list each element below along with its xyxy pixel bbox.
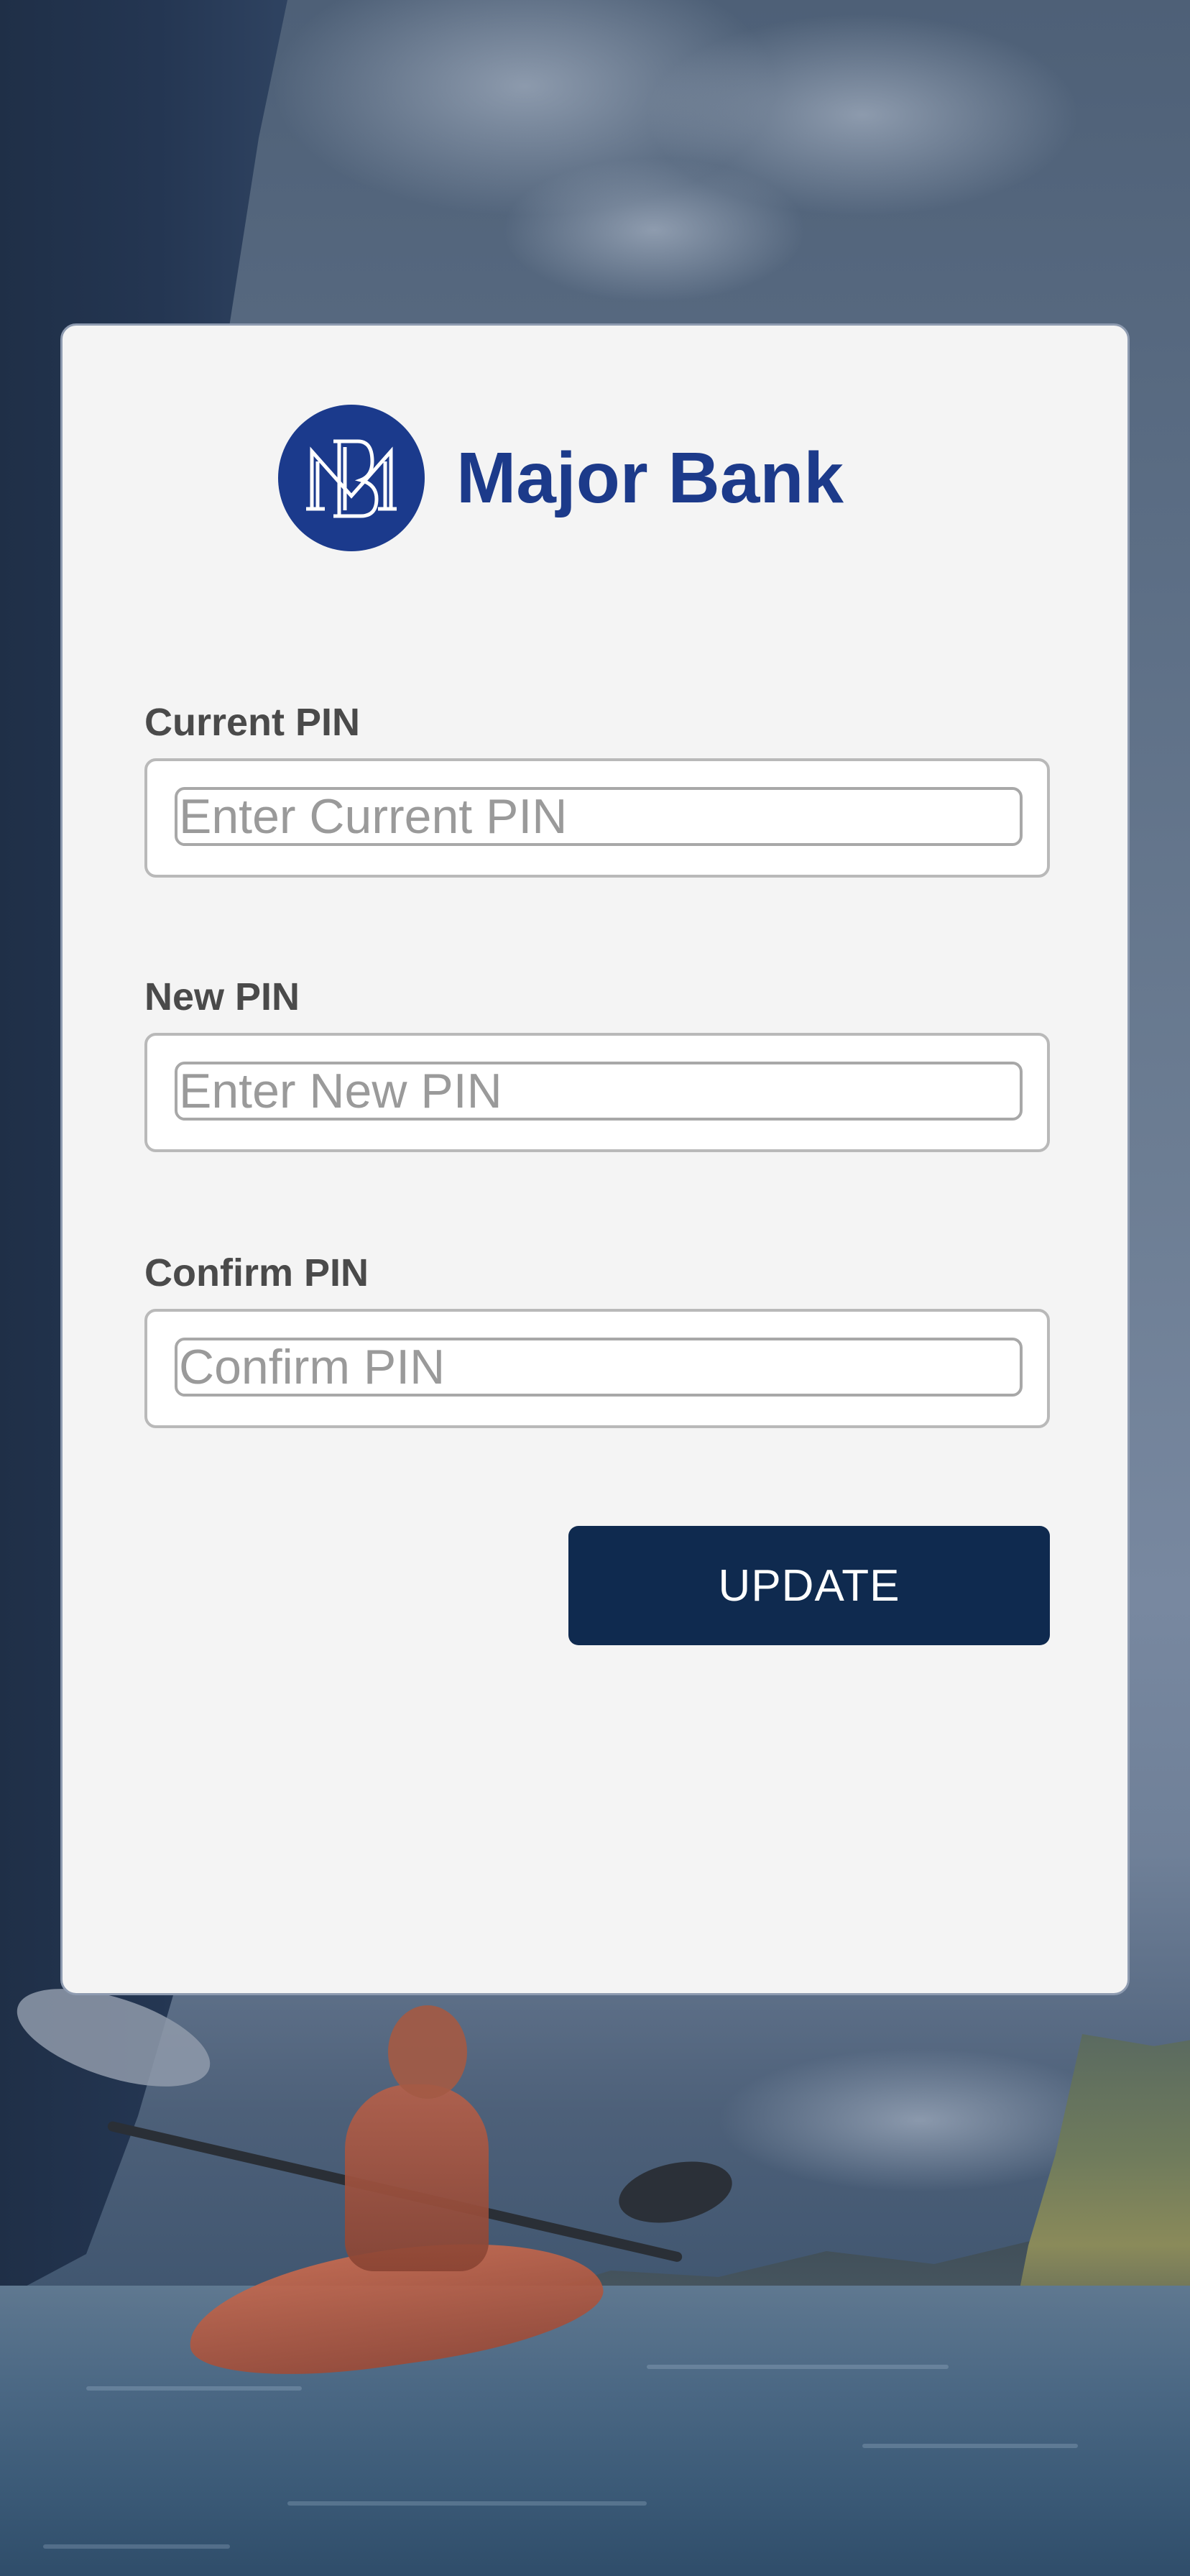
water xyxy=(0,2286,1190,2576)
new-pin-box xyxy=(144,1033,1050,1152)
bank-name: Major Bank xyxy=(456,437,844,518)
brand-header: Major Bank xyxy=(278,405,844,551)
current-pin-input[interactable] xyxy=(175,787,1023,846)
monogram-mark xyxy=(306,439,397,518)
current-pin-box xyxy=(144,758,1050,878)
new-pin-field: New PIN xyxy=(144,974,1050,1152)
paddler xyxy=(345,2084,489,2271)
update-button[interactable]: UPDATE xyxy=(568,1526,1050,1645)
confirm-pin-field: Confirm PIN xyxy=(144,1250,1050,1428)
confirm-pin-label: Confirm PIN xyxy=(144,1251,369,1294)
confirm-pin-box xyxy=(144,1309,1050,1428)
new-pin-input[interactable] xyxy=(175,1062,1023,1121)
new-pin-label: New PIN xyxy=(144,975,300,1018)
confirm-pin-input[interactable] xyxy=(175,1338,1023,1397)
current-pin-field: Current PIN xyxy=(144,699,1050,878)
paddle-blade xyxy=(613,2152,738,2232)
current-pin-label: Current PIN xyxy=(144,701,361,744)
bank-monogram-icon xyxy=(278,405,425,551)
change-pin-card: Major Bank Current PIN New PIN Confirm P… xyxy=(60,323,1130,1995)
paddler-head xyxy=(388,2005,467,2099)
